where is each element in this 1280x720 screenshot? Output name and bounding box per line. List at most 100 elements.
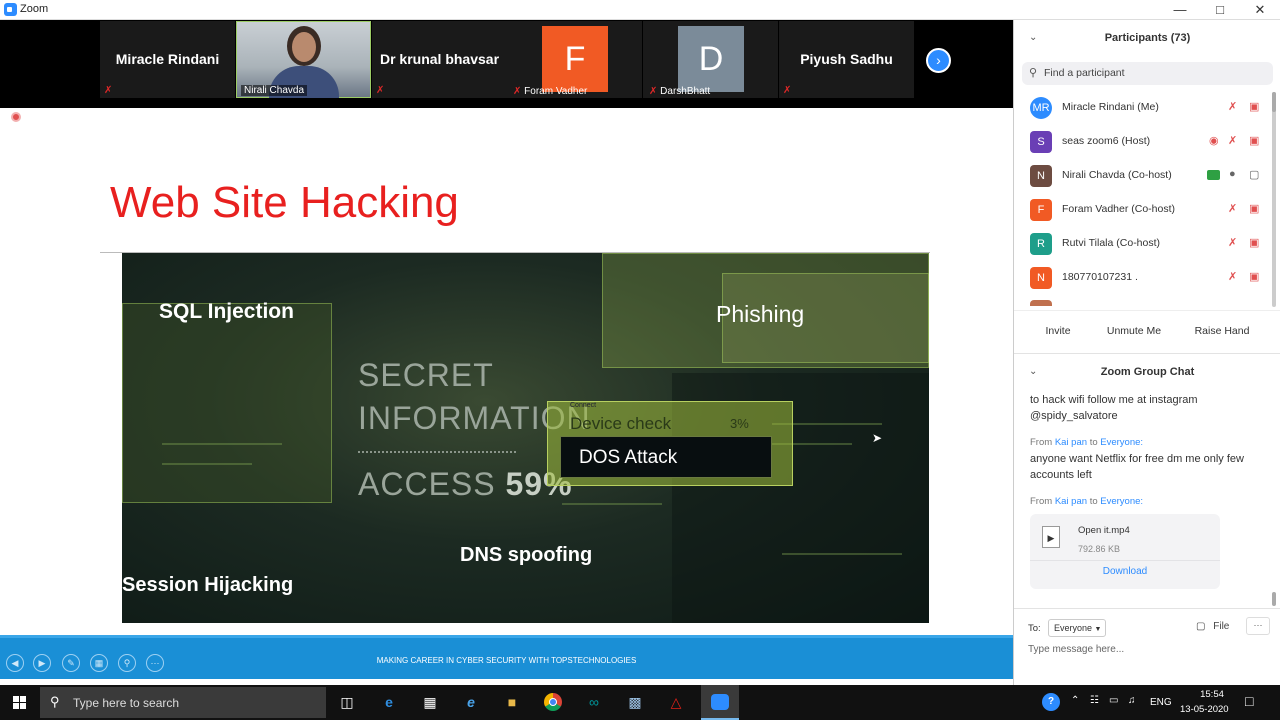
mic-muted-icon: ✗ (104, 85, 113, 96)
next-page-button[interactable]: › (926, 48, 951, 73)
scrollbar-thumb[interactable] (1272, 92, 1276, 112)
close-button[interactable]: ✕ (1240, 0, 1280, 20)
sender-name[interactable]: Kai pan (1055, 496, 1087, 507)
participant-row[interactable]: S seas zoom6 (Host) ◉ ✗ ▣ (1014, 125, 1269, 159)
arduino-icon[interactable]: ∞ (582, 691, 606, 713)
video-tile[interactable]: Miracle Rindani ✗ (100, 21, 235, 98)
chat-scrollbar[interactable] (1272, 592, 1276, 606)
video-off-icon[interactable]: ▣ (1249, 236, 1259, 249)
maximize-button[interactable]: □ (1200, 0, 1240, 20)
volume-icon[interactable]: ♫ (1128, 695, 1136, 706)
recipient-name[interactable]: Everyone: (1100, 437, 1143, 448)
video-tile[interactable]: Dr krunal bhavsar ✗ (372, 21, 507, 98)
zoom-taskbar-button[interactable] (701, 685, 739, 720)
help-icon[interactable]: ? (1042, 693, 1060, 711)
internet-explorer-icon[interactable]: e (459, 691, 483, 713)
minimize-button[interactable]: — (1160, 0, 1200, 20)
participant-row[interactable]: R Rutvi Tilala (Co-host) ✗ ▣ (1014, 227, 1269, 261)
raise-hand-button[interactable]: Raise Hand (1186, 320, 1258, 342)
mic-muted-icon[interactable]: ✗ (1228, 202, 1237, 215)
mic-icon[interactable]: ● (1229, 168, 1236, 180)
windows-start-icon[interactable] (13, 696, 27, 710)
secret-line-1: SECRET (358, 357, 494, 393)
mic-muted-icon[interactable]: ✗ (1228, 134, 1237, 147)
start-tile (13, 696, 19, 702)
decor-line (162, 443, 282, 445)
video-tile[interactable]: Nirali Chavda (236, 21, 371, 98)
task-view-icon[interactable]: ◫ (335, 691, 359, 713)
chevron-down-icon: ▼ (1094, 626, 1102, 633)
device-check-body: DOS Attack (560, 436, 772, 478)
video-off-icon[interactable]: ▣ (1249, 202, 1259, 215)
show-hidden-icons[interactable]: ⌃ (1071, 695, 1079, 706)
clock-time[interactable]: 15:54 (1192, 689, 1232, 700)
video-off-icon[interactable]: ▣ (1249, 100, 1259, 113)
mic-muted-icon: ✗ (649, 86, 658, 97)
decor-dots (358, 451, 516, 453)
file-button[interactable]: ▢ File (1196, 621, 1229, 632)
decor-line (782, 553, 902, 555)
participant-avatar: R (1030, 233, 1052, 255)
video-tile[interactable]: F ✗ Foram Vadher (507, 21, 642, 98)
mic-muted-icon[interactable]: ✗ (1228, 270, 1237, 283)
file-attachment[interactable]: ▶ Open it.mp4 792.86 KB Download (1030, 514, 1220, 589)
start-tile (20, 703, 26, 709)
video-off-icon[interactable]: ▣ (1249, 270, 1259, 283)
start-tile (20, 696, 26, 702)
device-check-header: Connect (570, 402, 597, 409)
to-label: To: (1028, 623, 1041, 634)
video-tile[interactable]: D ✗ DarshBhatt (643, 21, 778, 98)
clock-date[interactable]: 13-05-2020 (1180, 704, 1229, 715)
recipient-dropdown[interactable]: Everyone ▼ (1048, 619, 1106, 637)
device-check-label: Device check (570, 414, 672, 433)
windows-taskbar: ⚲ Type here to search ◫ e ▦ e ■ ∞ ▩ △ ? … (0, 685, 1280, 720)
network-icon[interactable]: ☷ (1090, 695, 1099, 706)
participant-avatar: D (678, 26, 744, 92)
label-session-hijacking: Session Hijacking (122, 574, 294, 596)
language-indicator[interactable]: ENG (1150, 697, 1172, 708)
to-label: to (1089, 437, 1098, 448)
participant-name: Foram Vadher (Co-host) (1062, 203, 1176, 215)
video-icon[interactable]: ▢ (1249, 168, 1259, 181)
acrobat-icon[interactable]: △ (664, 691, 688, 713)
mic-muted-icon[interactable]: ✗ (1228, 100, 1237, 113)
participant-row[interactable]: N 180770107231 . ✗ ▣ (1014, 261, 1269, 295)
unmute-me-button[interactable]: Unmute Me (1098, 320, 1170, 342)
label-dns-spoofing: DNS spoofing (460, 544, 593, 566)
invite-button[interactable]: Invite (1034, 320, 1082, 342)
notifications-icon[interactable]: □ (1245, 693, 1253, 709)
participant-name: Rutvi Tilala (Co-host) (1062, 237, 1161, 249)
mic-muted-icon[interactable]: ✗ (1228, 236, 1237, 249)
chat-message-input[interactable]: Type message here... (1028, 644, 1124, 655)
battery-icon[interactable]: ▭ (1109, 695, 1118, 706)
file-explorer-icon[interactable]: ■ (500, 691, 524, 713)
recording-icon: ◉ (1209, 135, 1219, 147)
participant-row[interactable]: N Nirali Chavda (Co-host) ● ▢ (1014, 159, 1269, 193)
participants-scrollbar[interactable] (1272, 92, 1276, 307)
slide-control-bar: ◀ ▶ ✎ ▦ ⚲ ⋯ MAKING CAREER IN CYBER SECUR… (0, 635, 1013, 679)
recipient-name[interactable]: Everyone: (1100, 496, 1143, 507)
chat-header: Zoom Group Chat (1100, 366, 1195, 378)
recipient-value: Everyone (1054, 623, 1093, 633)
mic-muted-icon: ✗ (513, 86, 522, 97)
camera-face (292, 32, 316, 62)
download-button[interactable]: Download (1030, 566, 1220, 577)
participant-name-row: ✗ DarshBhatt (649, 86, 710, 97)
sender-name[interactable]: Kai pan (1055, 437, 1087, 448)
participant-row[interactable]: MR Miracle Rindani (Me) ✗ ▣ (1014, 91, 1269, 125)
chrome-icon[interactable] (541, 691, 565, 713)
video-tile[interactable]: Piyush Sadhu ✗ (779, 21, 914, 98)
store-icon[interactable]: ▦ (418, 691, 442, 713)
participant-row[interactable]: F Foram Vadher (Co-host) ✗ ▣ (1014, 193, 1269, 227)
video-off-icon[interactable]: ▣ (1249, 134, 1259, 147)
slide-title: Web Site Hacking (110, 178, 459, 227)
search-icon: ⚲ (50, 694, 60, 709)
participant-name: 180770107231 . (1062, 271, 1138, 283)
more-options-button[interactable]: ··· (1246, 617, 1270, 635)
edge-icon[interactable]: e (377, 691, 401, 713)
notepad-icon[interactable]: ▩ (623, 691, 647, 713)
decor-panel (122, 303, 332, 503)
from-label: From (1030, 437, 1053, 448)
participant-search-input[interactable]: ⚲ Find a participant (1022, 62, 1273, 85)
taskbar-search-input[interactable]: ⚲ Type here to search (40, 687, 326, 718)
